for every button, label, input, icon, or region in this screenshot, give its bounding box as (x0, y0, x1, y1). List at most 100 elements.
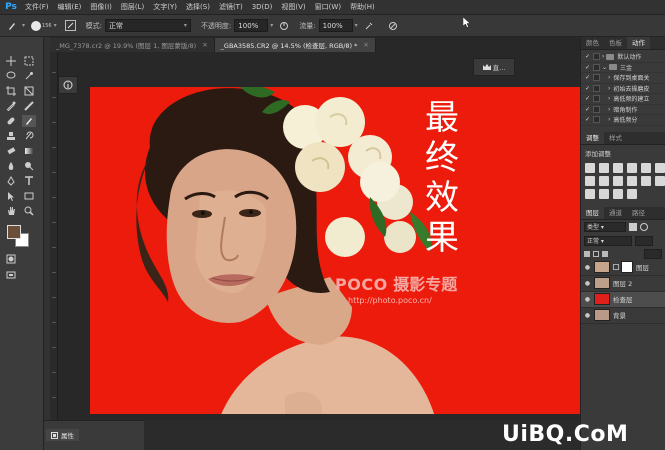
check-icon[interactable]: ✓ (584, 64, 591, 71)
color-balance-icon[interactable] (585, 175, 595, 186)
tab-color[interactable]: 颜色 (581, 37, 604, 49)
layer-opacity-input[interactable] (635, 235, 653, 246)
check-icon[interactable]: ✓ (584, 106, 591, 113)
brush-tool-icon[interactable] (22, 115, 36, 127)
frame-tool-icon[interactable] (22, 85, 36, 97)
curves-icon[interactable] (613, 162, 623, 173)
hand-tool-icon[interactable] (4, 205, 18, 217)
zoom-tool-icon[interactable] (22, 205, 36, 217)
levels-icon[interactable] (599, 162, 609, 173)
screen-mode-icon[interactable] (4, 269, 18, 281)
action-item[interactable]: ✓ › 高低频分 (581, 115, 665, 126)
vibrance-icon[interactable] (641, 162, 651, 173)
chevron-right-icon[interactable]: › (608, 106, 610, 113)
quick-mask-icon[interactable] (4, 253, 18, 265)
layer-row[interactable]: ● 背景 (581, 308, 665, 324)
action-item[interactable]: ✓ › 保存到桌面关 (581, 73, 665, 84)
brush-panel-toggle[interactable] (64, 20, 76, 31)
tab-styles[interactable]: 样式 (604, 132, 627, 144)
chevron-right-icon[interactable]: › (608, 85, 610, 92)
check-icon[interactable]: ✓ (584, 116, 591, 123)
exposure-icon[interactable] (627, 162, 637, 173)
dialog-toggle[interactable] (593, 74, 600, 82)
dialog-toggle[interactable] (593, 84, 600, 92)
gradient-tool-icon[interactable] (22, 145, 36, 157)
invert-icon[interactable] (655, 175, 665, 186)
flow-input[interactable]: 100% (318, 19, 353, 32)
lock-position-icon[interactable] (593, 250, 599, 257)
blend-mode-select[interactable]: 正常 ▾ (584, 235, 632, 246)
blur-tool-icon[interactable] (4, 160, 18, 172)
healing-tool-icon[interactable] (4, 115, 18, 127)
fill-input[interactable] (644, 248, 662, 259)
document-canvas[interactable] (90, 87, 585, 414)
menu-help[interactable]: 帮助(H) (347, 2, 378, 12)
mode-select[interactable]: 正常 ▾ (104, 19, 191, 32)
check-icon[interactable]: ✓ (584, 74, 591, 81)
brightness-icon[interactable] (585, 162, 595, 173)
brush-size-picker[interactable]: 156 ▾ (31, 20, 57, 31)
action-item[interactable]: ✓ › 暗角制作 (581, 105, 665, 115)
foreground-color-swatch-front[interactable] (7, 225, 21, 239)
pixel-filter-icon[interactable] (629, 222, 637, 231)
dialog-toggle[interactable] (593, 105, 600, 113)
marquee-tool-icon[interactable] (22, 55, 36, 67)
eyedropper-tool-icon[interactable] (4, 100, 18, 112)
quick-select-tool-icon[interactable] (22, 70, 36, 82)
menu-file[interactable]: 文件(F) (22, 2, 52, 12)
dialog-toggle[interactable] (593, 63, 600, 71)
tab-adjustments[interactable]: 调整 (581, 131, 604, 144)
eraser-tool-icon[interactable] (4, 145, 18, 157)
action-item[interactable]: ✓ › 高低频的建立 (581, 94, 665, 105)
dialog-toggle[interactable] (593, 116, 600, 124)
lasso-tool-icon[interactable] (4, 70, 18, 82)
brush-tool-icon[interactable] (4, 19, 20, 33)
menu-view[interactable]: 视图(V) (278, 2, 308, 12)
menu-image[interactable]: 图像(I) (87, 2, 115, 12)
dodge-tool-icon[interactable] (22, 160, 36, 172)
eye-icon[interactable]: ● (583, 312, 592, 319)
pen-tool-icon[interactable] (4, 175, 18, 187)
tab-properties[interactable]: 属性 (46, 429, 79, 441)
layer-kind-select[interactable]: 类型 ▾ (584, 221, 626, 232)
hue-saturation-icon[interactable] (655, 162, 665, 173)
pressure-opacity-toggle[interactable] (279, 21, 289, 31)
action-item[interactable]: ✓ ⌄ 三金 (581, 63, 665, 73)
action-item[interactable]: ✓ › 初始去操磨皮 (581, 84, 665, 94)
path-select-tool-icon[interactable] (4, 190, 18, 202)
layer-row[interactable]: ● 图层 2 (581, 276, 665, 292)
check-icon[interactable]: ✓ (584, 85, 591, 92)
ruler-tool-icon[interactable] (22, 100, 36, 112)
chevron-right-icon[interactable]: › (608, 116, 610, 123)
tab-layers[interactable]: 图层 (581, 206, 604, 219)
menu-edit[interactable]: 编辑(E) (55, 2, 85, 12)
tab-document-2[interactable]: _GBA3585.CR2 @ 14.5% (检查层, RGB/8) * ✕ (214, 38, 376, 52)
chevron-right-icon[interactable]: › (602, 53, 604, 60)
crop-tool-icon[interactable] (4, 85, 18, 97)
check-icon[interactable]: ✓ (584, 95, 591, 102)
chevron-right-icon[interactable]: › (608, 74, 610, 81)
lock-all-icon[interactable] (602, 250, 608, 257)
close-icon[interactable]: ✕ (363, 41, 368, 49)
photo-filter-icon[interactable] (613, 175, 623, 186)
tab-swatches[interactable]: 色板 (604, 37, 627, 49)
layer-row[interactable]: ● 图层 (581, 260, 665, 276)
chevron-down-icon[interactable]: ⌄ (602, 64, 607, 71)
dialog-toggle[interactable] (593, 53, 600, 61)
rectangle-tool-icon[interactable] (22, 190, 36, 202)
menu-filter[interactable]: 滤镜(T) (216, 2, 246, 12)
type-tool-icon[interactable] (22, 175, 36, 187)
eye-icon[interactable]: ● (583, 280, 592, 287)
action-item[interactable]: ✓ › 默认动作 (581, 52, 665, 63)
gradient-map-icon[interactable] (613, 188, 623, 199)
clone-stamp-tool-icon[interactable] (4, 130, 18, 142)
channel-mixer-icon[interactable] (627, 175, 637, 186)
menu-select[interactable]: 选择(S) (183, 2, 213, 12)
selective-color-icon[interactable] (627, 188, 637, 199)
layer-row[interactable]: ● 检查层 (581, 291, 665, 308)
check-icon[interactable]: ✓ (584, 53, 591, 60)
opacity-input[interactable]: 100% (234, 19, 269, 32)
adjust-filter-icon[interactable] (640, 222, 648, 231)
move-tool-icon[interactable] (4, 55, 18, 67)
tab-document-1[interactable]: _MG_7378.cr2 @ 19.9% (图层 1, 图层蒙版/8) ✕ (50, 38, 215, 52)
